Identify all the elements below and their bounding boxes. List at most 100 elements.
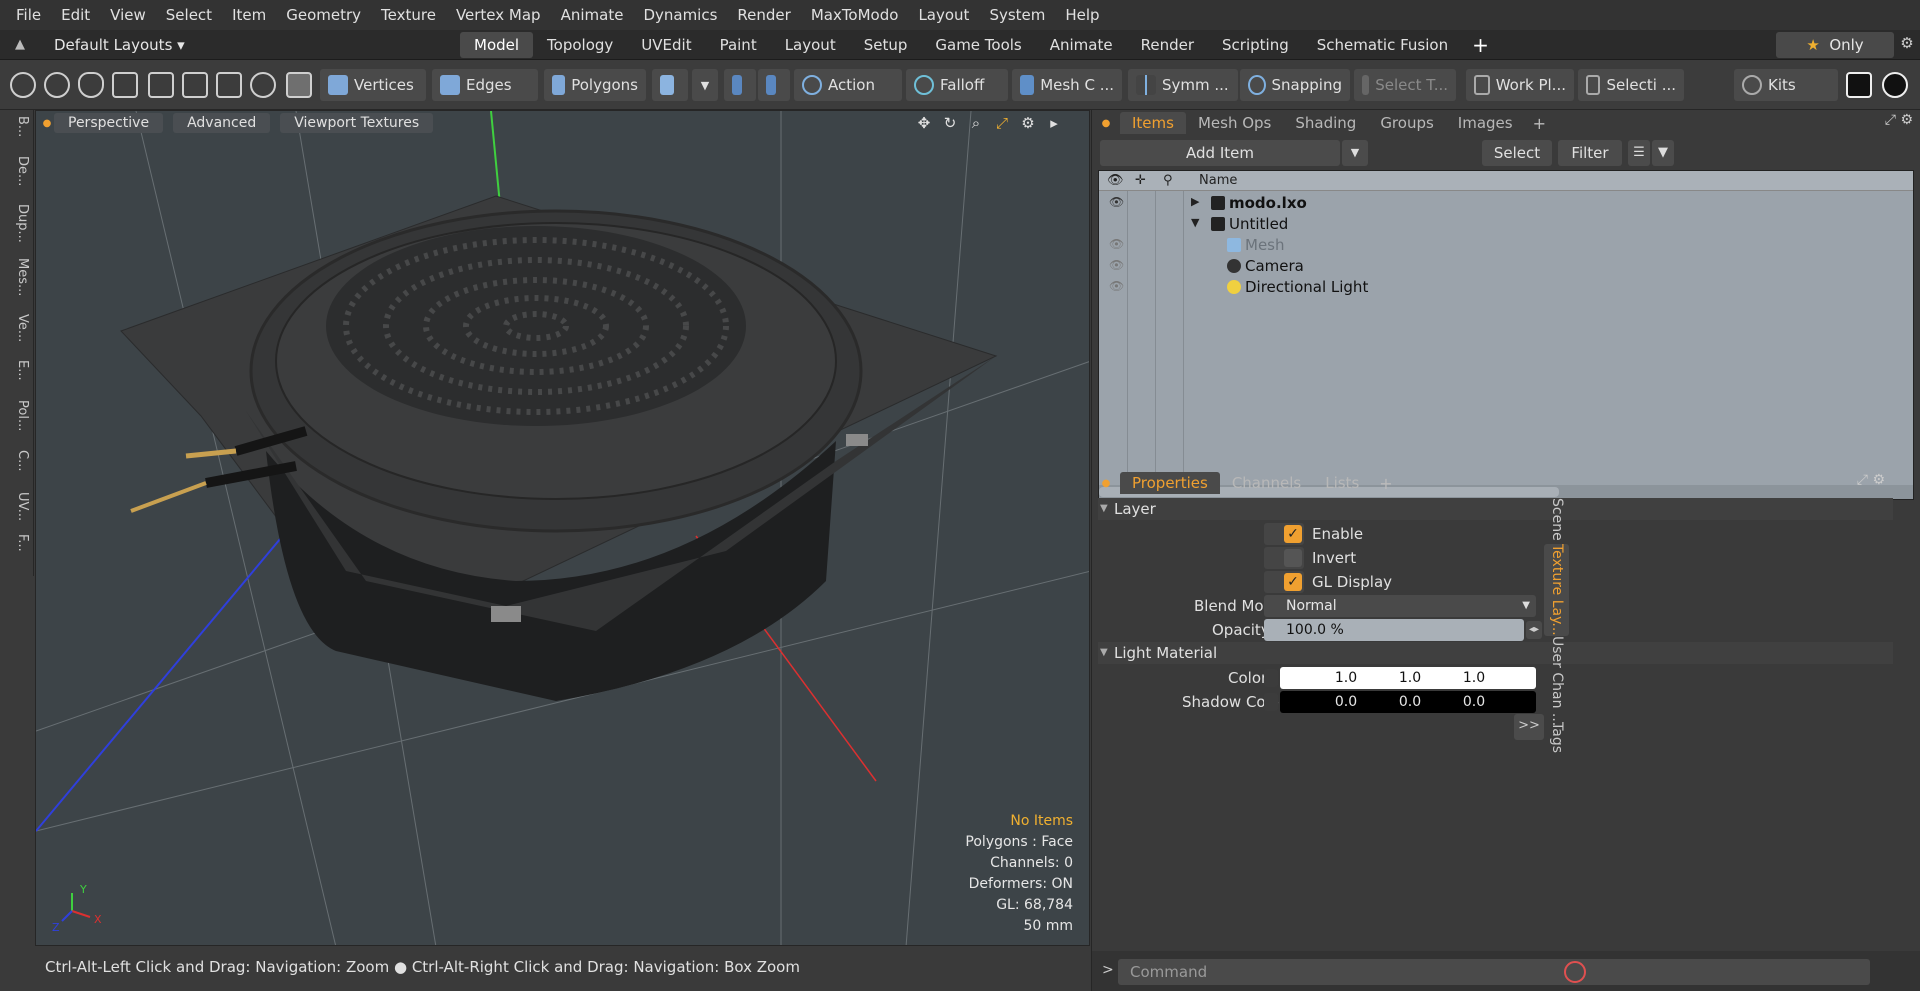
tab-scripting[interactable]: Scripting <box>1208 32 1303 58</box>
mesh-constraints-button[interactable]: Mesh C ... <box>1012 69 1122 101</box>
color-b[interactable]: 1.0 <box>1444 667 1504 689</box>
blend-mode-select[interactable]: Normal ▼ <box>1264 595 1536 617</box>
funnel-icon[interactable]: ▼ <box>1652 140 1674 166</box>
record-macro-icon[interactable] <box>1564 961 1586 983</box>
kits-button[interactable]: Kits <box>1734 69 1838 101</box>
opacity-slider-handle[interactable]: ◂▸ <box>1526 621 1542 639</box>
polygons-button[interactable]: Polygons <box>544 69 646 101</box>
invert-checkbox[interactable] <box>1264 547 1304 569</box>
item-list[interactable]: 👁 ✛ ⚲ Name 👁 ▶ modo.lxo ▼ Untitled 👁 Mes… <box>1098 170 1914 500</box>
tab-render[interactable]: Render <box>1127 32 1208 58</box>
viewport-menu-dot-icon[interactable]: ● <box>40 118 54 129</box>
eye-icon[interactable]: 👁 <box>1109 258 1124 272</box>
color-animate-knob[interactable] <box>1264 669 1278 687</box>
list-options-icon[interactable]: ☰ <box>1628 140 1650 166</box>
select-through-button[interactable]: Select T... <box>1354 69 1456 101</box>
menu-geometry[interactable]: Geometry <box>276 0 371 30</box>
circle-select-icon[interactable] <box>10 72 36 98</box>
move-grid-icon[interactable] <box>182 72 208 98</box>
tab-items[interactable]: Items <box>1120 112 1186 134</box>
tab-lists[interactable]: Lists <box>1313 472 1371 494</box>
side-tab-scene[interactable]: Scene <box>1544 498 1569 541</box>
left-tab-duplicate[interactable]: Dup... <box>4 204 30 243</box>
item-row-camera[interactable]: 👁 Camera <box>1099 256 1913 277</box>
mode-dropdown[interactable]: ▼ <box>692 69 718 101</box>
visibility-column-eye-icon[interactable]: 👁 <box>1107 173 1124 188</box>
snapping-button[interactable]: Snapping <box>1240 69 1350 101</box>
viewport-gear-icon[interactable]: ⚙ <box>1015 114 1041 132</box>
more-options-button[interactable]: >> <box>1514 714 1544 740</box>
lock-column-icon[interactable]: ✛ <box>1135 173 1146 188</box>
menu-layout[interactable]: Layout <box>908 0 979 30</box>
menu-item[interactable]: Item <box>222 0 276 30</box>
materials-button[interactable] <box>652 69 688 101</box>
work-plane-button[interactable]: Work Pl... <box>1466 69 1574 101</box>
left-tab-basic[interactable]: B... <box>4 116 30 137</box>
symmetry-shield-button[interactable] <box>724 69 756 101</box>
ring-icon[interactable] <box>250 72 276 98</box>
shadow-r[interactable]: 0.0 <box>1316 691 1376 713</box>
shadow-animate-knob[interactable] <box>1264 693 1278 711</box>
menu-edit[interactable]: Edit <box>51 0 100 30</box>
tab-paint[interactable]: Paint <box>706 32 771 58</box>
shadow-color-field[interactable]: 0.0 0.0 0.0 <box>1280 691 1536 713</box>
add-tab-button[interactable]: + <box>1462 33 1499 57</box>
only-button[interactable]: ★ Only <box>1776 32 1894 58</box>
symmetry-shield-alt-button[interactable] <box>758 69 790 101</box>
menu-texture[interactable]: Texture <box>371 0 446 30</box>
tab-mesh-ops[interactable]: Mesh Ops <box>1186 112 1283 134</box>
shadow-g[interactable]: 0.0 <box>1380 691 1440 713</box>
falloff-button[interactable]: Falloff <box>906 69 1008 101</box>
lasso-icon[interactable] <box>78 72 104 98</box>
eye-icon[interactable]: 👁 <box>1109 195 1124 209</box>
items-panel-expand-icon[interactable]: ⤢ ⚙ <box>1885 112 1913 128</box>
tab-setup[interactable]: Setup <box>850 32 922 58</box>
fit-icon[interactable]: ⤢ <box>989 114 1015 132</box>
expand-arrow-icon[interactable]: ▶ <box>1191 195 1199 208</box>
tab-uvedit[interactable]: UVEdit <box>627 32 705 58</box>
menu-vertex-map[interactable]: Vertex Map <box>446 0 551 30</box>
tab-schematic-fusion[interactable]: Schematic Fusion <box>1303 32 1462 58</box>
color-g[interactable]: 1.0 <box>1380 667 1440 689</box>
section-layer[interactable]: ▼ Layer <box>1098 498 1893 520</box>
tab-game-tools[interactable]: Game Tools <box>921 32 1035 58</box>
item-mode-icon[interactable] <box>286 72 312 98</box>
gl-display-checkbox[interactable]: ✓ <box>1264 571 1304 593</box>
enable-checkbox[interactable]: ✓ <box>1264 523 1304 545</box>
menu-view[interactable]: View <box>100 0 156 30</box>
left-tab-deform[interactable]: De... <box>4 156 30 186</box>
globe-icon[interactable] <box>44 72 70 98</box>
tab-images[interactable]: Images <box>1446 112 1525 134</box>
item-row-mesh[interactable]: 👁 Mesh <box>1099 235 1913 256</box>
side-tab-tags[interactable]: Tags <box>1544 722 1569 753</box>
opacity-field[interactable]: 100.0 % <box>1264 619 1524 641</box>
menu-file[interactable]: File <box>6 0 51 30</box>
item-row-directional-light[interactable]: 👁 Directional Light <box>1099 277 1913 298</box>
layout-dropdown[interactable]: Default Layouts ▾ <box>40 36 240 54</box>
side-tab-user-channels[interactable]: User Chan ... <box>1544 636 1569 726</box>
properties-panel-menu-icon[interactable]: ● <box>1092 478 1120 489</box>
select-button[interactable]: Select <box>1482 140 1552 166</box>
left-tab-uv[interactable]: UV... <box>4 492 30 521</box>
collapse-arrow-icon[interactable]: ▼ <box>1191 216 1199 229</box>
action-center-button[interactable]: Action <box>794 69 902 101</box>
zoom-icon[interactable]: ⌕ <box>963 114 989 132</box>
tab-model[interactable]: Model <box>460 32 534 58</box>
add-item-dropdown[interactable]: ▼ <box>1342 140 1368 166</box>
command-input[interactable]: Command <box>1118 959 1870 985</box>
grid-icon[interactable] <box>148 72 174 98</box>
eye-icon[interactable]: 👁 <box>1109 237 1124 251</box>
tab-properties[interactable]: Properties <box>1120 472 1220 494</box>
left-tab-mesh-edit[interactable]: Mes... <box>4 258 30 296</box>
left-tab-vertex[interactable]: Ve... <box>4 314 30 342</box>
tab-shading[interactable]: Shading <box>1283 112 1368 134</box>
menu-help[interactable]: Help <box>1055 0 1109 30</box>
edges-button[interactable]: Edges <box>432 69 538 101</box>
item-row-modo-lxo[interactable]: 👁 ▶ modo.lxo <box>1099 193 1913 214</box>
viewport-scene[interactable]: Y X Z <box>36 111 1090 946</box>
vertices-button[interactable]: Vertices <box>320 69 426 101</box>
left-tab-edge[interactable]: E... <box>4 360 30 381</box>
tab-topology[interactable]: Topology <box>533 32 627 58</box>
add-panel-tab-icon[interactable]: + <box>1525 114 1554 133</box>
eye-icon[interactable]: 👁 <box>1109 279 1124 293</box>
